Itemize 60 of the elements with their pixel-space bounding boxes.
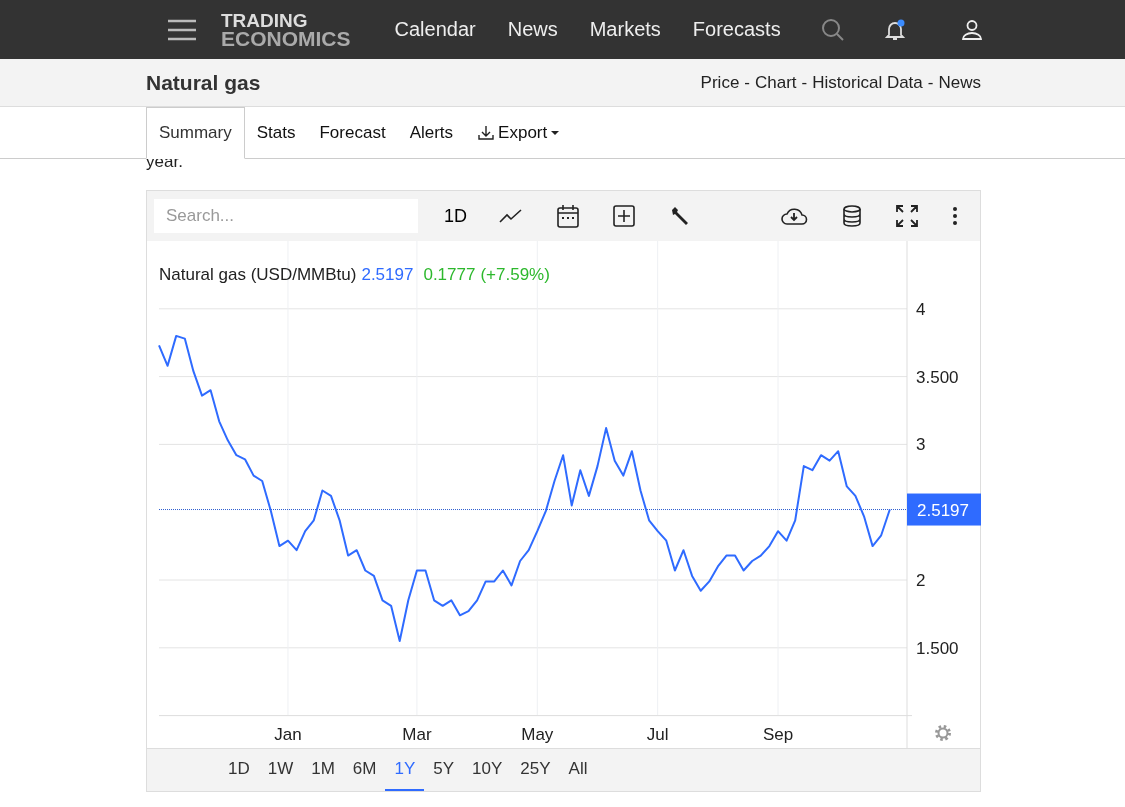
tab[interactable]: Stats [244, 107, 308, 159]
range-button[interactable]: 6M [343, 749, 386, 791]
range-button[interactable]: 1D [219, 749, 259, 791]
menu-icon[interactable] [167, 17, 197, 42]
separator: - [744, 72, 750, 93]
section-link[interactable]: Price [700, 72, 740, 93]
legend-change: 0.1777 [423, 265, 476, 285]
caret-icon [550, 129, 561, 137]
price-tag: 2.5197 [907, 493, 981, 526]
cloud-download-icon[interactable] [780, 206, 808, 226]
page-title: Natural gas [146, 70, 261, 95]
separator: - [801, 72, 808, 93]
interval-button[interactable]: 1D [444, 205, 467, 227]
separator: - [927, 72, 934, 93]
nav-link[interactable]: Calendar [394, 18, 476, 41]
calendar-icon[interactable] [557, 204, 579, 228]
range-button[interactable]: 10Y [463, 749, 512, 791]
axis-label: 1.500 [916, 638, 959, 658]
range-button[interactable]: 1W [258, 749, 303, 791]
section-link[interactable]: News [938, 72, 981, 93]
range-button[interactable]: 1Y [385, 749, 425, 791]
nav-link[interactable]: Forecasts [692, 18, 781, 41]
logo-text[interactable]: TRADING [221, 11, 351, 30]
section-link[interactable]: Chart [755, 72, 797, 93]
tab[interactable]: Alerts [397, 107, 466, 159]
axis-label: 2 [916, 571, 926, 590]
axis-label: May [521, 725, 554, 744]
user-icon[interactable] [960, 18, 983, 41]
export-menu[interactable]: Export [465, 107, 573, 159]
range-button[interactable]: 5Y [424, 749, 464, 791]
axis-label: 3 [916, 435, 926, 455]
plus-square-icon[interactable] [613, 205, 635, 227]
axis-label: 3.500 [916, 367, 959, 387]
tab[interactable]: Summary [146, 107, 245, 159]
settings-icon[interactable] [935, 725, 951, 741]
axis-label: Jul [646, 725, 669, 744]
more-icon[interactable] [952, 206, 958, 226]
axis-label: Mar [402, 725, 432, 744]
nav-link[interactable]: News [507, 18, 558, 41]
download-icon [477, 125, 496, 141]
database-icon[interactable] [842, 205, 862, 227]
legend-title: Natural gas (USD/MMBtu) [159, 265, 357, 285]
nav-link[interactable]: Markets [589, 18, 661, 41]
legend-change-percent: (+7.59%) [480, 265, 550, 285]
wrench-icon[interactable] [669, 205, 691, 227]
axis-label: Sep [762, 725, 794, 744]
search-field[interactable]: Search... [154, 199, 418, 233]
range-button[interactable]: 25Y [511, 749, 560, 791]
range-button[interactable]: 1M [302, 749, 344, 791]
axis-label: 4 [916, 299, 926, 319]
bell-icon[interactable] [882, 17, 907, 42]
logo-text[interactable]: ECONOMICS [221, 29, 351, 48]
range-button[interactable]: All [559, 749, 597, 791]
tab[interactable]: Forecast [307, 107, 398, 159]
search-icon[interactable] [820, 17, 845, 42]
ref-line-label: 2.5197 [917, 500, 969, 520]
section-link[interactable]: Historical Data [812, 72, 923, 93]
axis-label: Jan [274, 725, 302, 744]
legend-price: 2.5197 [361, 265, 414, 285]
fullscreen-icon[interactable] [896, 205, 918, 227]
